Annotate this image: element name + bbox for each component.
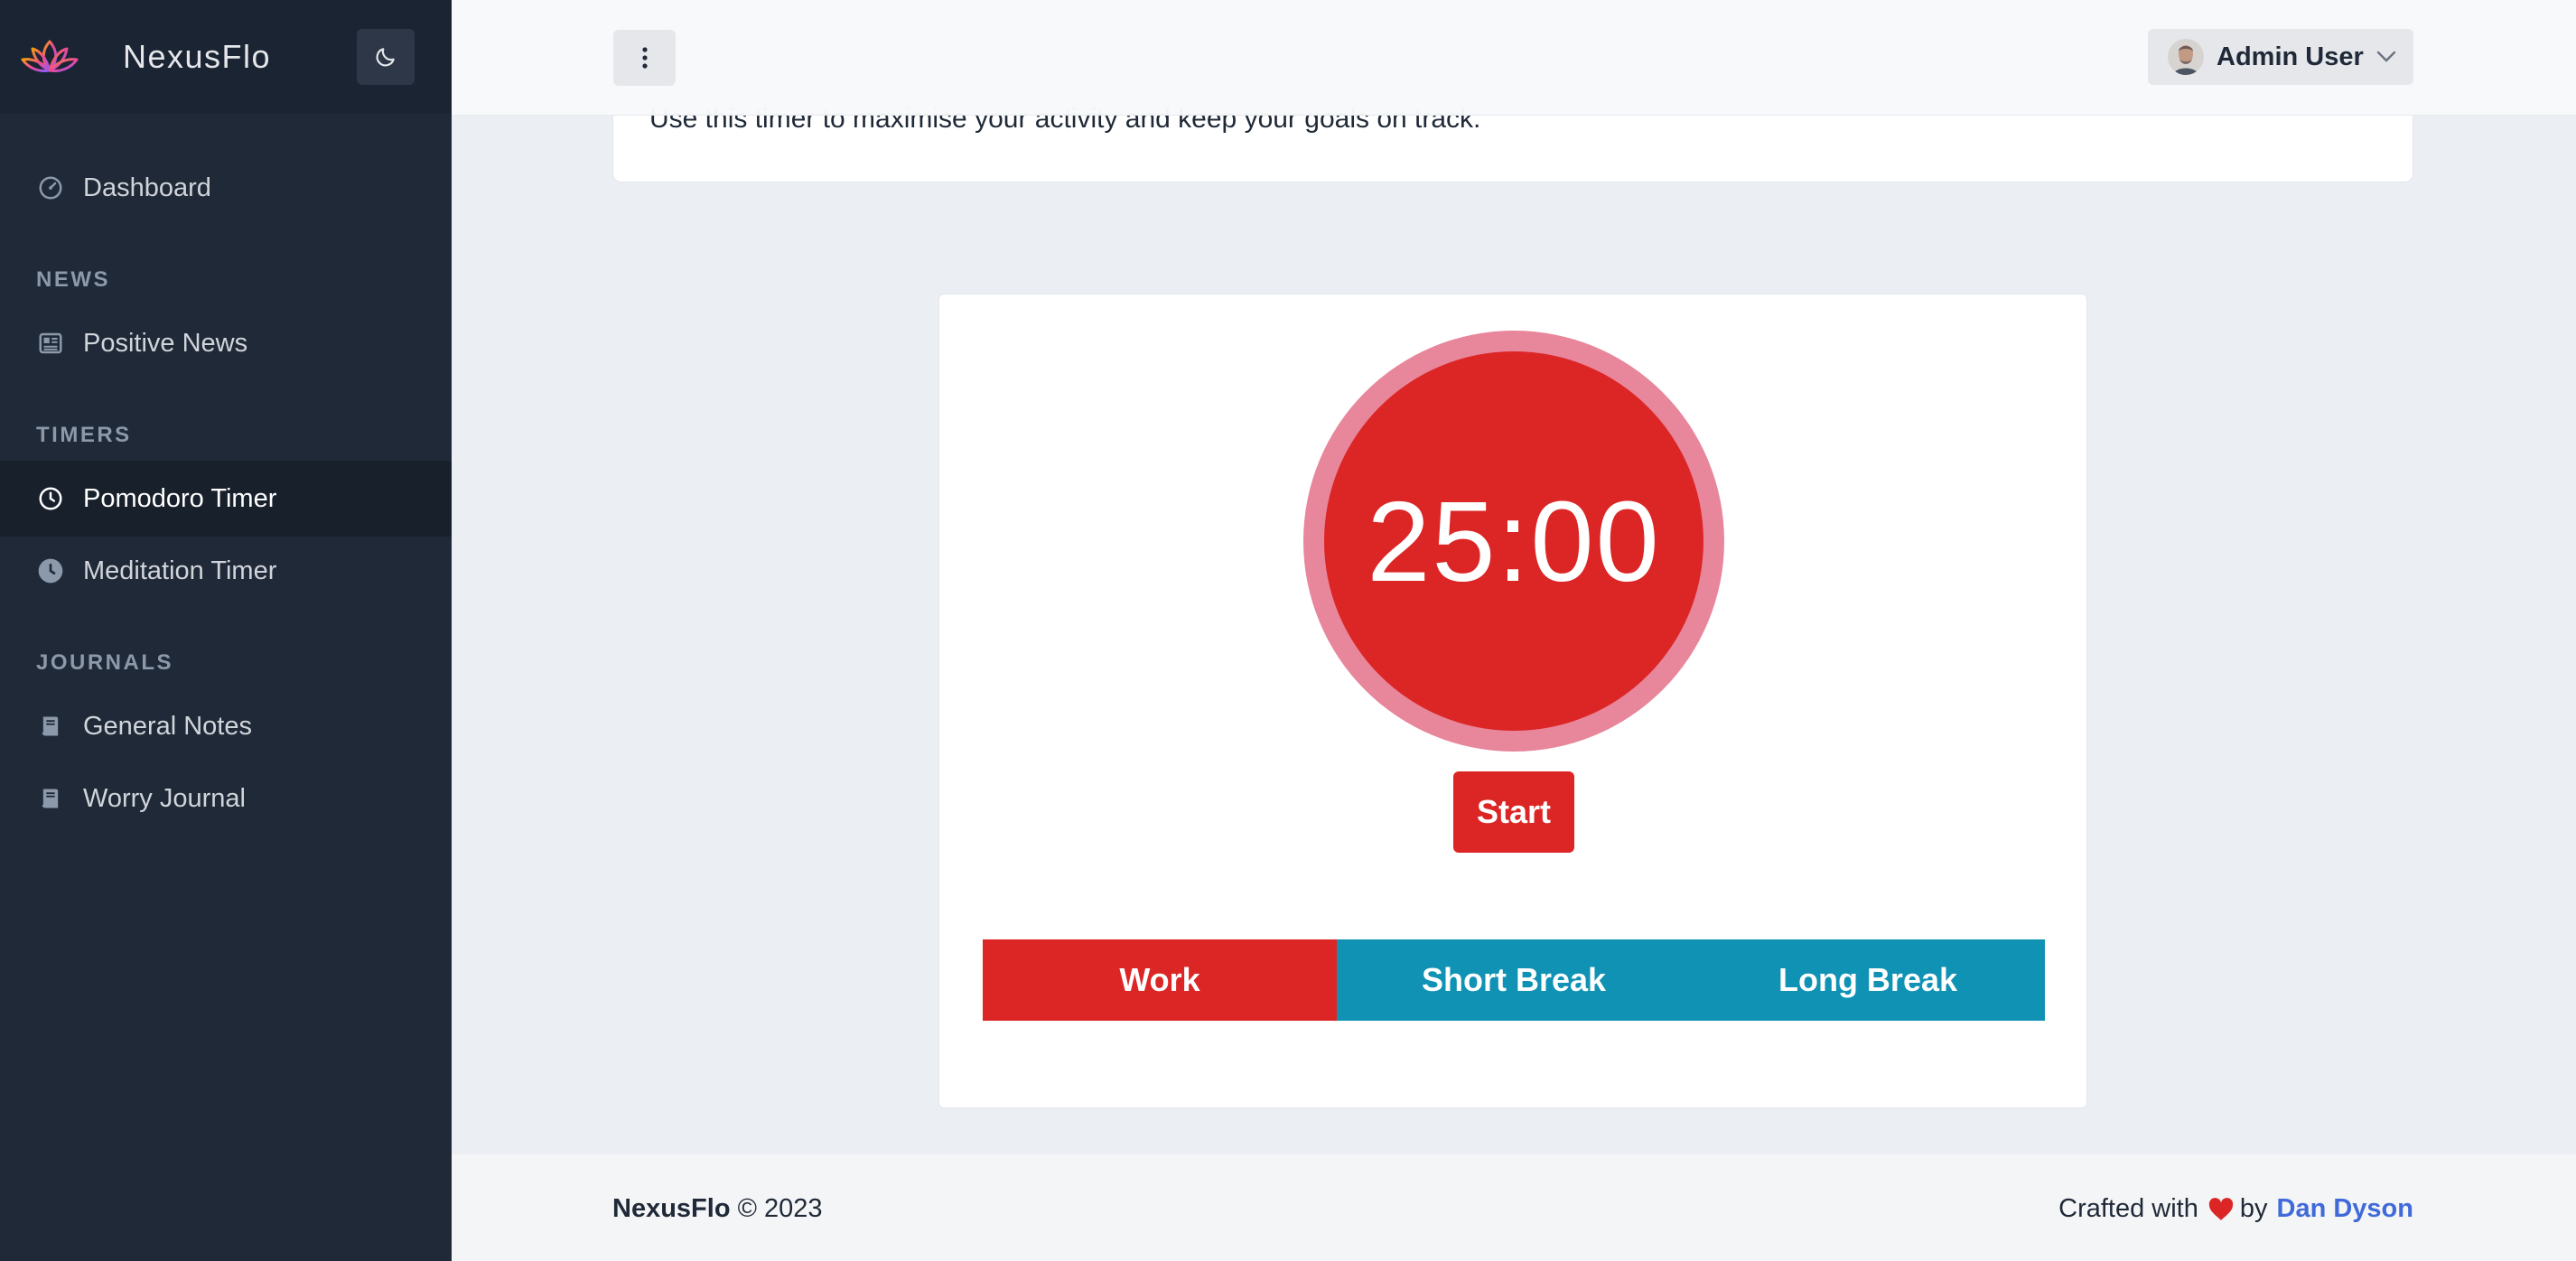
book-icon bbox=[36, 784, 65, 813]
footer: NexusFlo © 2023 Crafted with by Dan Dyso… bbox=[452, 1154, 2576, 1261]
long-break-mode-button[interactable]: Long Break bbox=[1691, 939, 2045, 1021]
timer-face: 25:00 bbox=[1324, 351, 1703, 731]
sidebar-item-dashboard[interactable]: Dashboard bbox=[0, 150, 452, 226]
newspaper-icon bbox=[36, 329, 65, 358]
timer-mode-selector: Work Short Break Long Break bbox=[983, 939, 2045, 1021]
top-bar: Admin User bbox=[452, 0, 2576, 116]
moon-icon bbox=[376, 48, 395, 67]
user-menu-button[interactable]: Admin User bbox=[2148, 29, 2413, 85]
clock-icon bbox=[36, 484, 65, 513]
sidebar-item-label: Pomodoro Timer bbox=[83, 483, 277, 513]
section-heading-news: NEWS bbox=[36, 267, 110, 292]
sidebar: NexusFlo Dashboard NEWS Positive News TI… bbox=[0, 0, 452, 1261]
sidebar-item-label: Worry Journal bbox=[83, 783, 246, 813]
start-button[interactable]: Start bbox=[1453, 771, 1574, 853]
work-mode-button[interactable]: Work bbox=[983, 939, 1337, 1021]
lotus-logo-icon bbox=[21, 40, 79, 72]
footer-brand: NexusFlo bbox=[612, 1194, 731, 1223]
timer-ring: 25:00 bbox=[1303, 331, 1724, 752]
vertical-dots-icon bbox=[641, 47, 648, 69]
footer-copyright: NexusFlo © 2023 bbox=[612, 1194, 823, 1224]
section-heading-journals: JOURNALS bbox=[36, 650, 174, 675]
sidebar-item-general-notes[interactable]: General Notes bbox=[0, 688, 452, 764]
sidebar-item-worry-journal[interactable]: Worry Journal bbox=[0, 761, 452, 836]
crafted-with-text: Crafted with bbox=[2058, 1194, 2198, 1223]
brand-name: NexusFlo bbox=[123, 38, 272, 75]
book-icon bbox=[36, 712, 65, 741]
sidebar-item-label: General Notes bbox=[83, 711, 252, 741]
by-text: by bbox=[2239, 1194, 2268, 1223]
user-name: Admin User bbox=[2217, 42, 2364, 71]
author-link[interactable]: Dan Dyson bbox=[2277, 1194, 2413, 1224]
footer-credits: Crafted with by Dan Dyson bbox=[2058, 1194, 2413, 1224]
more-menu-button[interactable] bbox=[613, 30, 676, 86]
chevron-down-icon bbox=[2376, 51, 2395, 62]
section-heading-timers: TIMERS bbox=[36, 423, 132, 447]
gauge-icon bbox=[36, 173, 65, 202]
sidebar-item-positive-news[interactable]: Positive News bbox=[0, 305, 452, 381]
theme-toggle-button[interactable] bbox=[357, 29, 415, 85]
sidebar-item-label: Positive News bbox=[83, 328, 248, 358]
brand-header: NexusFlo bbox=[0, 0, 452, 114]
sidebar-item-meditation-timer[interactable]: Meditation Timer bbox=[0, 533, 452, 609]
clock-filled-icon bbox=[36, 556, 65, 585]
avatar bbox=[2168, 39, 2204, 75]
timer-display: 25:00 bbox=[1367, 477, 1661, 605]
pomodoro-timer-card: 25:00 Start Work Short Break Long Break bbox=[938, 294, 2087, 1108]
sidebar-item-label: Dashboard bbox=[83, 173, 211, 202]
heart-icon bbox=[2207, 1197, 2235, 1221]
footer-copyright-year: © 2023 bbox=[737, 1194, 823, 1223]
sidebar-item-label: Meditation Timer bbox=[83, 556, 277, 585]
sidebar-item-pomodoro-timer[interactable]: Pomodoro Timer bbox=[0, 461, 452, 537]
short-break-mode-button[interactable]: Short Break bbox=[1337, 939, 1691, 1021]
